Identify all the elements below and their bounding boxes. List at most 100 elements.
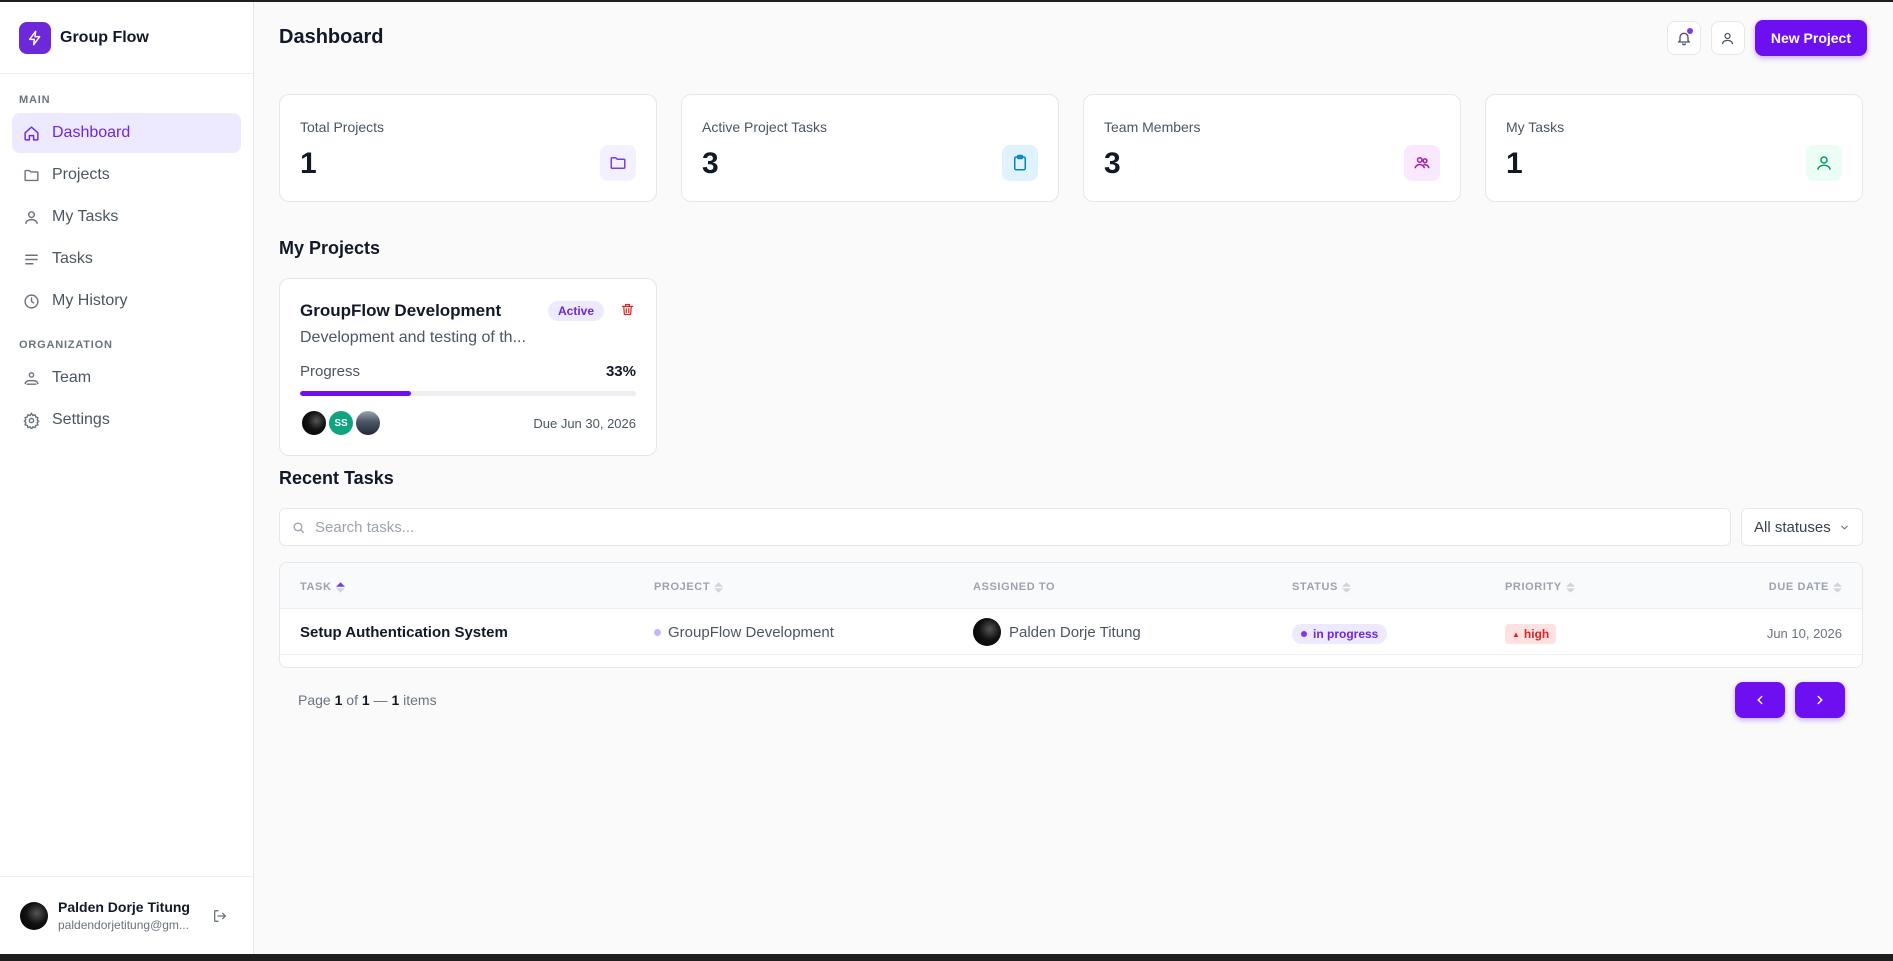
search-input[interactable] [315, 518, 1695, 536]
home-icon [22, 124, 40, 142]
chevron-right-icon [1813, 693, 1827, 707]
status-badge: in progress [1292, 624, 1388, 644]
page-title: Dashboard [279, 26, 384, 48]
sidebar-item-label: Dashboard [52, 124, 131, 141]
status-dot [1301, 631, 1307, 637]
task-name[interactable]: Setup Authentication System [300, 624, 508, 641]
task-project: GroupFlow Development [654, 624, 834, 641]
member-avatars: SS [300, 409, 382, 437]
prev-page-button[interactable] [1735, 682, 1785, 718]
status-badge: Active [548, 301, 605, 321]
sort-icon [1341, 581, 1351, 593]
priority-badge: ▲ high [1505, 624, 1557, 644]
column-header-status[interactable]: STATUS [1292, 581, 1351, 593]
new-project-button[interactable]: New Project [1754, 20, 1867, 56]
brand[interactable]: Group Flow [0, 2, 253, 74]
chevron-left-icon [1753, 693, 1767, 707]
list-icon [22, 250, 40, 268]
avatar [973, 618, 1001, 646]
pagination-summary: Page 1 of 1 — 1 items [298, 692, 437, 708]
team-icon [22, 369, 40, 387]
pagination-controls [1735, 682, 1845, 718]
progress-bar [300, 391, 636, 396]
folder-icon [600, 145, 636, 181]
stat-label: Active Project Tasks [702, 119, 828, 135]
task-assignee: Palden Dorje Titung [973, 618, 1141, 646]
sidebar-item-tasks[interactable]: Tasks [12, 239, 241, 279]
next-page-button[interactable] [1795, 682, 1845, 718]
user-icon [1720, 31, 1735, 46]
profile-button[interactable] [1710, 21, 1745, 55]
clipboard-icon [1002, 145, 1038, 181]
lightning-icon [19, 21, 51, 54]
stat-card-active-project-tasks: Active Project Tasks 3 [681, 94, 1059, 202]
stat-value: 3 [1104, 147, 1121, 180]
logout-icon[interactable] [212, 908, 228, 924]
sidebar-item-projects[interactable]: Projects [12, 155, 241, 195]
sidebar-item-my-tasks[interactable]: My Tasks [12, 197, 241, 237]
column-header-project[interactable]: PROJECT [654, 581, 724, 593]
folder-icon [22, 166, 40, 184]
sort-icon [1833, 581, 1842, 593]
clock-icon [22, 292, 40, 310]
sidebar-item-team[interactable]: Team [12, 358, 241, 398]
status-filter-select[interactable]: All statuses [1741, 508, 1863, 546]
sidebar-item-label: Team [52, 369, 92, 386]
project-card[interactable]: GroupFlow Development Active Development… [279, 278, 657, 456]
progress-label: Progress [300, 363, 361, 380]
my-projects-title: My Projects [279, 238, 381, 258]
column-header-priority[interactable]: PRIORITY [1505, 581, 1575, 593]
user-icon [1806, 145, 1842, 181]
user-icon [22, 208, 40, 226]
sidebar: Group Flow MAIN Dashboard Projects My Ta… [0, 2, 254, 954]
sort-icon [1565, 581, 1575, 593]
stat-card-team-members: Team Members 3 [1083, 94, 1461, 202]
avatar[interactable]: SS [327, 409, 355, 437]
stat-label: Total Projects [300, 119, 385, 135]
sidebar-item-label: Tasks [52, 250, 93, 267]
stat-card-my-tasks: My Tasks 1 [1485, 94, 1863, 202]
sort-icon [335, 581, 345, 593]
brand-name: Group Flow [60, 28, 149, 46]
gear-icon [22, 411, 40, 429]
stats-row: Total Projects 1 Active Project Tasks 3 … [279, 94, 1863, 202]
avatar[interactable] [20, 901, 48, 930]
app-window: Group Flow MAIN Dashboard Projects My Ta… [0, 2, 1893, 954]
sidebar-item-label: Projects [52, 166, 110, 183]
due-date: Due Jun 30, 2026 [533, 416, 636, 431]
table-row[interactable]: Setup Authentication System GroupFlow De… [280, 609, 1862, 655]
recent-tasks-title: Recent Tasks [279, 468, 394, 488]
stat-label: My Tasks [1506, 119, 1565, 135]
user-email: paldendorjetitung@gm... [58, 918, 189, 932]
search-icon [292, 521, 305, 534]
progress-value: 33% [605, 363, 636, 380]
table-header: TASK PROJECT ASSIGNED TO STATUS PRIORITY… [280, 563, 1862, 609]
search-box [279, 508, 1731, 546]
sidebar-item-label: Settings [52, 411, 110, 428]
sidebar-item-my-history[interactable]: My History [12, 281, 241, 321]
task-due-date: Jun 10, 2026 [1766, 626, 1842, 641]
column-header-due-date[interactable]: DUE DATE [1769, 581, 1842, 593]
task-status: in progress [1292, 624, 1388, 644]
chevron-down-icon [1839, 522, 1850, 533]
arrow-up-icon: ▲ [1512, 629, 1520, 639]
sidebar-item-settings[interactable]: Settings [12, 400, 241, 440]
column-header-task[interactable]: TASK [300, 581, 345, 593]
trash-icon[interactable] [620, 302, 635, 317]
main-content: Dashboard New Project Total Projects 1 A… [254, 2, 1893, 954]
sidebar-item-dashboard[interactable]: Dashboard [12, 113, 241, 153]
avatar[interactable] [300, 409, 328, 437]
avatar[interactable] [354, 409, 382, 437]
notification-dot [1686, 28, 1693, 34]
stat-label: Team Members [1104, 119, 1201, 135]
bottom-strip [0, 954, 1893, 961]
project-title: GroupFlow Development [300, 301, 502, 320]
user-name: Palden Dorje Titung [58, 899, 190, 915]
sidebar-item-label: My Tasks [52, 208, 119, 225]
notifications-button[interactable] [1666, 21, 1701, 55]
project-dot [654, 629, 661, 636]
users-icon [1404, 145, 1440, 181]
user-profile: Palden Dorje Titung paldendorjetitung@gm… [0, 876, 253, 954]
status-filter-value: All statuses [1754, 518, 1831, 536]
stat-value: 1 [300, 147, 317, 180]
